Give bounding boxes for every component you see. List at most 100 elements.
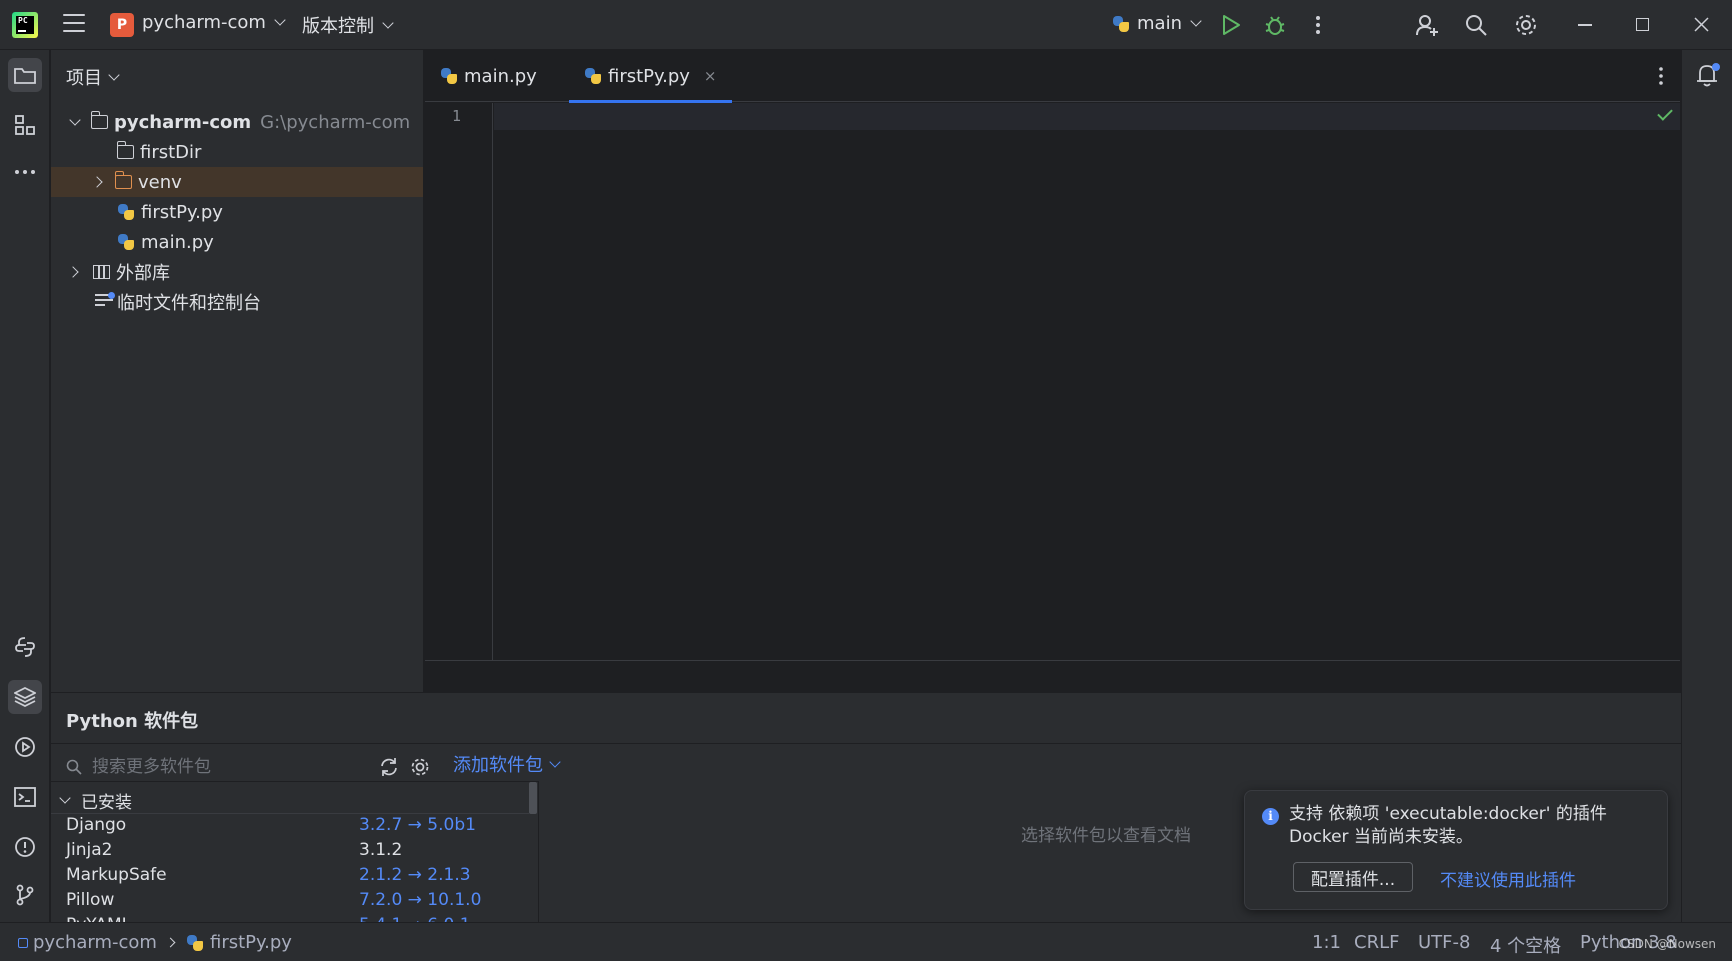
package-row[interactable]: Pillow 7.2.0 → 10.1.0 <box>51 890 538 915</box>
package-row[interactable]: Django 3.2.7 → 5.0b1 <box>51 815 538 840</box>
refresh-icon[interactable] <box>378 756 400 778</box>
chevron-down-icon <box>1190 15 1202 27</box>
file-encoding[interactable]: UTF-8 <box>1418 932 1470 953</box>
gear-icon[interactable] <box>410 757 430 777</box>
project-tool-button[interactable] <box>8 58 42 92</box>
project-panel-title: 项目 <box>66 68 102 89</box>
tab-options-icon[interactable] <box>1657 66 1665 86</box>
ignore-plugin-link[interactable]: 不建议使用此插件 <box>1440 866 1576 891</box>
tree-item-firstpy[interactable]: firstPy.py <box>51 197 423 227</box>
python-file-icon <box>440 67 458 85</box>
group-label: 已安装 <box>81 793 132 813</box>
line-separator[interactable]: CRLF <box>1354 932 1399 953</box>
python-file-icon <box>186 934 204 952</box>
add-package-button[interactable]: 添加软件包 <box>453 751 561 777</box>
package-name: Jinja2 <box>66 840 113 860</box>
chevron-down-icon <box>69 113 81 126</box>
minimize-button[interactable] <box>1578 24 1592 26</box>
structure-tool-button[interactable] <box>8 108 42 142</box>
close-window-button[interactable] <box>1694 17 1709 32</box>
editor-tab-bar: main.py firstPy.py × <box>425 50 1680 103</box>
run-icon[interactable] <box>1221 14 1241 36</box>
project-badge[interactable]: P <box>110 13 134 37</box>
package-row[interactable]: MarkupSafe 2.1.2 → 2.1.3 <box>51 865 538 890</box>
chevron-right-icon <box>165 937 176 948</box>
add-user-icon[interactable] <box>1415 13 1439 37</box>
python-file-icon <box>584 67 602 85</box>
tree-item-firstdir[interactable]: firstDir <box>51 137 423 167</box>
info-icon: i <box>1262 808 1279 825</box>
indent-setting[interactable]: 4 个空格 <box>1490 932 1561 958</box>
chevron-down-icon <box>549 755 561 768</box>
pycharm-logo-icon: PC <box>12 12 38 38</box>
project-switcher[interactable]: pycharm-com <box>142 12 286 33</box>
tree-item-scratches[interactable]: 临时文件和控制台 <box>51 287 423 317</box>
breadcrumb-project[interactable]: pycharm-com <box>33 932 157 953</box>
python-console-icon <box>15 637 35 657</box>
notifications-bell-icon[interactable] <box>1695 62 1721 88</box>
folder-icon <box>14 68 36 84</box>
notification-text: 支持 依赖项 'executable:docker' 的插件 Docker 当前… <box>1289 803 1649 849</box>
package-list-scrollbar[interactable] <box>529 782 537 814</box>
services-icon <box>15 737 35 757</box>
project-name: pycharm-com <box>142 12 266 33</box>
git-button[interactable] <box>8 878 42 912</box>
caret-position[interactable]: 1:1 <box>1312 932 1341 953</box>
package-search <box>66 753 362 781</box>
more-tools-button[interactable] <box>8 155 42 189</box>
folder-icon <box>116 141 134 159</box>
tab-main-py[interactable]: main.py <box>440 50 537 102</box>
package-list: 已安装 Django 3.2.7 → 5.0b1 Jinja2 3.1.2 Ma… <box>51 781 539 923</box>
root-path: G:\pycharm-com <box>260 111 411 133</box>
main-menu-icon[interactable] <box>63 14 85 34</box>
tree-root[interactable]: pycharm-com G:\pycharm-com <box>51 107 423 137</box>
run-config-selector[interactable]: main <box>1112 13 1202 34</box>
library-icon <box>93 265 110 279</box>
configure-plugins-button[interactable]: 配置插件... <box>1293 862 1413 892</box>
maximize-button[interactable] <box>1636 18 1649 31</box>
terminal-button[interactable] <box>8 780 42 814</box>
problems-button[interactable] <box>8 830 42 864</box>
code-editor[interactable]: 1 <box>425 103 1680 661</box>
debug-icon[interactable] <box>1264 14 1286 36</box>
package-row[interactable]: Jinja2 3.1.2 <box>51 840 538 865</box>
package-version: 3.2.7 → 5.0b1 <box>359 815 476 835</box>
module-icon <box>18 937 28 948</box>
right-tool-strip <box>1681 50 1732 922</box>
folder-icon <box>90 111 108 129</box>
terminal-icon <box>14 787 36 807</box>
add-package-label: 添加软件包 <box>453 755 543 776</box>
python-packages-button[interactable] <box>8 680 42 714</box>
project-panel-header[interactable]: 项目 <box>66 64 120 90</box>
packages-title: Python 软件包 <box>66 711 199 732</box>
tree-item-external-libraries[interactable]: 外部库 <box>51 257 423 287</box>
tab-firstpy-py[interactable]: firstPy.py × <box>569 50 732 103</box>
line-number: 1 <box>451 107 461 125</box>
tree-item-venv[interactable]: venv <box>51 167 423 197</box>
python-console-button[interactable] <box>8 630 42 664</box>
vcs-menu[interactable]: 版本控制 <box>302 12 394 38</box>
tree-item-label: main.py <box>141 231 214 253</box>
package-name: Django <box>66 815 127 835</box>
more-vertical-icon[interactable] <box>1310 14 1326 36</box>
chevron-down-icon <box>59 792 71 804</box>
package-search-input[interactable] <box>92 757 362 777</box>
package-name: Pillow <box>66 890 115 910</box>
chevron-right-icon <box>67 266 79 278</box>
breadcrumb-file[interactable]: firstPy.py <box>210 932 292 953</box>
more-horizontal-icon <box>15 170 35 174</box>
installed-group-header[interactable]: 已安装 <box>59 788 132 813</box>
gear-icon[interactable] <box>1514 13 1538 37</box>
services-button[interactable] <box>8 730 42 764</box>
close-tab-icon[interactable]: × <box>704 67 717 85</box>
tree-item-mainpy[interactable]: main.py <box>51 227 423 257</box>
chevron-down-icon <box>382 16 394 29</box>
tree-item-label: 外部库 <box>116 263 170 284</box>
divider <box>51 813 529 814</box>
search-icon[interactable] <box>1464 13 1488 37</box>
divider <box>51 743 1681 744</box>
folder-icon <box>114 171 132 189</box>
git-branch-icon <box>16 884 34 906</box>
scratches-icon <box>95 292 115 310</box>
package-version: 7.2.0 → 10.1.0 <box>359 890 482 910</box>
